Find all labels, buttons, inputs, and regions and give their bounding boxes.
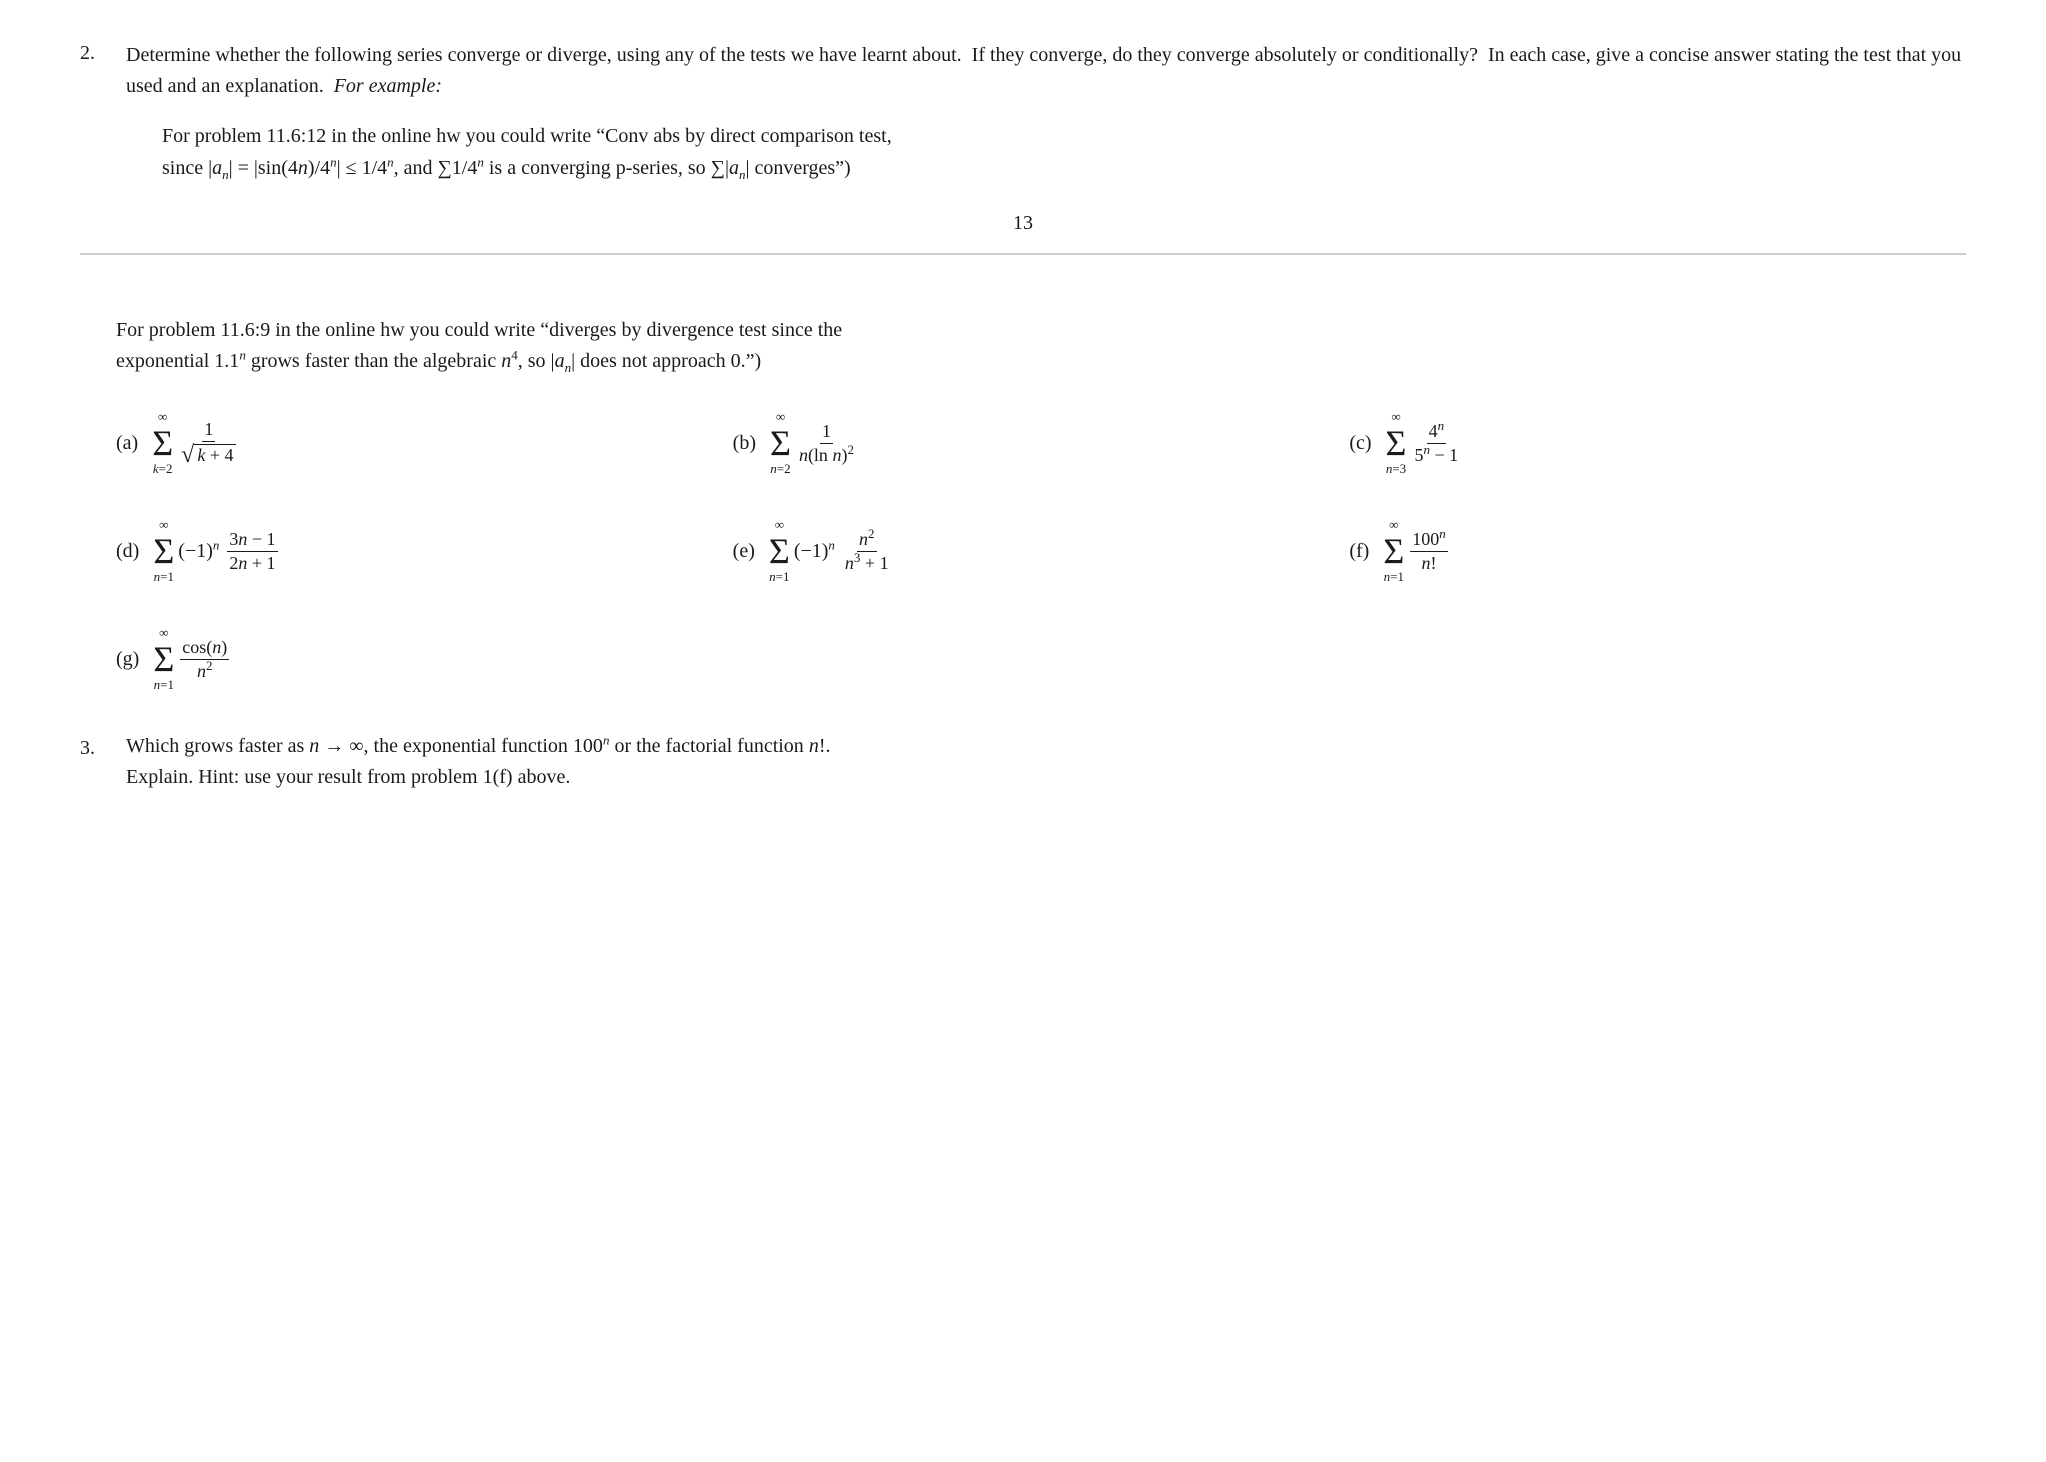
series-f-num: 100n xyxy=(1410,529,1448,552)
series-d-sub: n=1 xyxy=(154,569,174,585)
series-g-label: (g) xyxy=(116,648,139,671)
series-a-frac: 1 √k + 4 xyxy=(179,419,238,467)
series-a-den: √k + 4 xyxy=(179,442,238,467)
example-line1: For problem 11.6:12 in the online hw you… xyxy=(162,120,1966,152)
series-d-den: 2n + 1 xyxy=(227,552,277,574)
series-f: (f) ∞ Σ n=1 100n n! xyxy=(1349,517,1966,585)
series-e-num: n2 xyxy=(857,529,877,552)
series-a-sqrt-content: k + 4 xyxy=(194,444,236,466)
problem-3-label: 3. xyxy=(80,731,116,764)
series-a-sqrt: √k + 4 xyxy=(181,443,236,467)
series-a-sigma: ∞ Σ k=2 xyxy=(152,409,173,477)
series-a-expr: ∞ Σ k=2 1 √k + 4 xyxy=(152,409,240,477)
series-b-sigma-sym: Σ xyxy=(770,425,791,461)
series-e: (e) ∞ Σ n=1 (−1)n n2 n3 + 1 xyxy=(733,517,1350,585)
series-f-sigma: ∞ Σ n=1 xyxy=(1383,517,1404,585)
series-c-expr: ∞ Σ n=3 4n 5n − 1 xyxy=(1386,409,1463,477)
series-c: (c) ∞ Σ n=3 4n 5n − 1 xyxy=(1349,409,1966,477)
series-a-label: (a) xyxy=(116,432,138,455)
problem-2-block: 2. Determine whether the following serie… xyxy=(80,40,1966,184)
problem-3-line2: Explain. Hint: use your result from prob… xyxy=(126,766,570,788)
series-f-label: (f) xyxy=(1349,540,1369,563)
series-e-sigma-sym: Σ xyxy=(769,533,790,569)
page-divider xyxy=(80,253,1966,255)
series-e-expr: ∞ Σ n=1 (−1)n n2 n3 + 1 xyxy=(769,517,893,585)
series-b-num: 1 xyxy=(820,421,833,444)
series-b-frac: 1 n(ln n)2 xyxy=(797,421,856,466)
series-e-label: (e) xyxy=(733,540,755,563)
series-d-sigma-sym: Σ xyxy=(153,533,174,569)
series-g-frac: cos(n) n2 xyxy=(180,637,229,682)
series-g-sub: n=1 xyxy=(154,677,174,693)
example-line2: since |an| = |sin(4n)/4n| ≤ 1/4n, and ∑1… xyxy=(162,152,1966,184)
example-block: For problem 11.6:12 in the online hw you… xyxy=(162,120,1966,184)
series-g-num: cos(n) xyxy=(180,637,229,660)
series-d-num: 3n − 1 xyxy=(227,529,277,552)
series-e-frac: n2 n3 + 1 xyxy=(843,529,891,574)
divergence-line1: For problem 11.6:9 in the online hw you … xyxy=(116,315,1966,346)
series-b-expr: ∞ Σ n=2 1 n(ln n)2 xyxy=(770,409,858,477)
series-c-num: 4n xyxy=(1427,421,1447,444)
page-content: 2. Determine whether the following serie… xyxy=(80,40,1966,793)
series-d-coeff: (−1)n xyxy=(178,540,219,563)
series-f-sub: n=1 xyxy=(1384,569,1404,585)
problem-2-label: 2. xyxy=(80,40,116,65)
series-a-sigma-sym: Σ xyxy=(152,425,173,461)
series-b-sigma: ∞ Σ n=2 xyxy=(770,409,791,477)
series-d-sigma: ∞ Σ n=1 xyxy=(153,517,174,585)
series-g-sigma: ∞ Σ n=1 xyxy=(153,625,174,693)
series-e-den: n3 + 1 xyxy=(843,552,891,574)
series-e-sigma: ∞ Σ n=1 xyxy=(769,517,790,585)
problem-2-intro: Determine whether the following series c… xyxy=(126,44,1961,97)
problem-3-block: 3. Which grows faster as n → ∞, the expo… xyxy=(80,731,1966,793)
series-d-label: (d) xyxy=(116,540,139,563)
series-a-sqrt-sign: √ xyxy=(181,443,194,467)
series-c-sigma-sym: Σ xyxy=(1386,425,1407,461)
series-g-sigma-sym: Σ xyxy=(153,641,174,677)
problem-2-number-row: 2. Determine whether the following serie… xyxy=(80,40,1966,184)
series-f-expr: ∞ Σ n=1 100n n! xyxy=(1383,517,1449,585)
series-c-frac: 4n 5n − 1 xyxy=(1412,421,1460,466)
series-grid: (a) ∞ Σ k=2 1 √k + 4 (b) xyxy=(116,409,1966,693)
series-g-expr: ∞ Σ n=1 cos(n) n2 xyxy=(153,625,231,693)
series-d-frac: 3n − 1 2n + 1 xyxy=(227,529,277,574)
series-f-den: n! xyxy=(1420,552,1439,574)
series-b: (b) ∞ Σ n=2 1 n(ln n)2 xyxy=(733,409,1350,477)
series-e-sub: n=1 xyxy=(769,569,789,585)
series-b-label: (b) xyxy=(733,432,756,455)
series-e-coeff: (−1)n xyxy=(794,540,835,563)
series-a-num: 1 xyxy=(202,419,215,442)
series-g: (g) ∞ Σ n=1 cos(n) n2 xyxy=(116,625,733,693)
divergence-example: For problem 11.6:9 in the online hw you … xyxy=(116,315,1966,377)
series-a-sub: k=2 xyxy=(153,461,173,477)
problem-3-text: 3. Which grows faster as n → ∞, the expo… xyxy=(80,731,1966,793)
series-f-sigma-sym: Σ xyxy=(1383,533,1404,569)
problem-3-line1: Which grows faster as n → ∞, the exponen… xyxy=(126,735,830,757)
series-b-den: n(ln n)2 xyxy=(797,444,856,466)
series-c-sub: n=3 xyxy=(1386,461,1406,477)
for-example-italic: For example: xyxy=(334,75,442,97)
series-c-den: 5n − 1 xyxy=(1412,444,1460,466)
divergence-line2: exponential 1.1n grows faster than the a… xyxy=(116,346,1966,377)
page-number: 13 xyxy=(80,212,1966,235)
series-f-frac: 100n n! xyxy=(1410,529,1448,574)
problem-3-content: Which grows faster as n → ∞, the exponen… xyxy=(126,731,830,793)
series-c-sigma: ∞ Σ n=3 xyxy=(1386,409,1407,477)
series-a: (a) ∞ Σ k=2 1 √k + 4 xyxy=(116,409,733,477)
series-c-label: (c) xyxy=(1349,432,1371,455)
series-d-expr: ∞ Σ n=1 (−1)n 3n − 1 2n + 1 xyxy=(153,517,279,585)
series-g-den: n2 xyxy=(195,660,215,682)
series-d: (d) ∞ Σ n=1 (−1)n 3n − 1 2n + 1 xyxy=(116,517,733,585)
series-b-sub: n=2 xyxy=(770,461,790,477)
problem-2-text: Determine whether the following series c… xyxy=(126,40,1966,184)
